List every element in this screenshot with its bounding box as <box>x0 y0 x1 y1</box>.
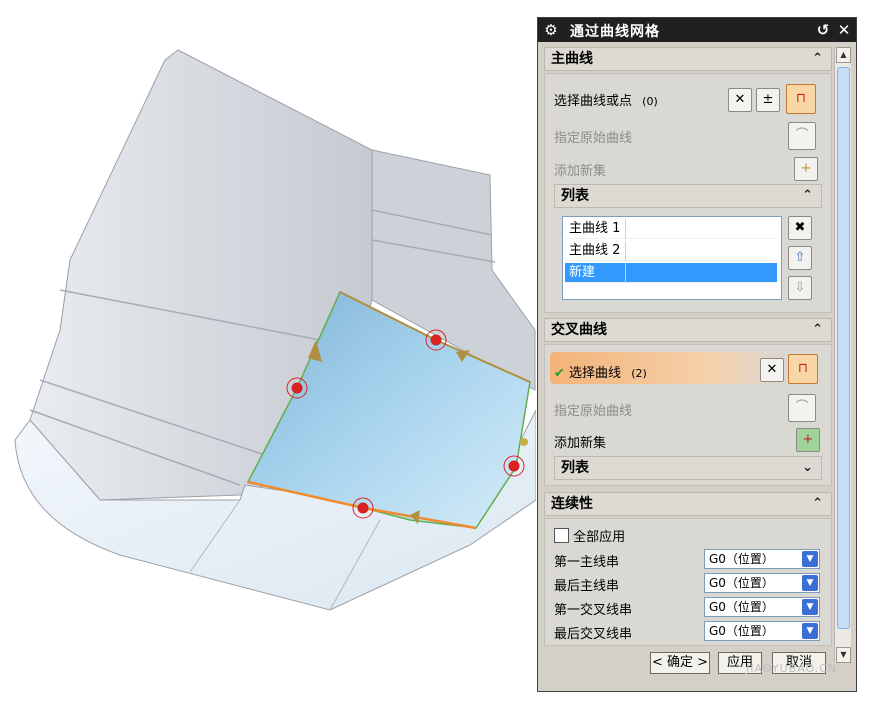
continuity-label: 第一交叉线串 <box>554 603 633 618</box>
continuity-label: 最后交叉线串 <box>554 627 633 642</box>
section-continuity-title: 连续性 <box>551 496 593 512</box>
scroll-down-icon[interactable]: ▼ <box>836 647 851 663</box>
section-continuity-header[interactable]: 连续性 ⌃ <box>544 492 832 516</box>
point-dialog-icon[interactable]: ± <box>756 88 780 112</box>
curve-rule-icon[interactable]: ✕ <box>760 358 784 382</box>
section-primary-header[interactable]: 主曲线 ⌃ <box>544 47 832 71</box>
cross-select-count: (2) <box>631 367 647 380</box>
origin-curve-icon[interactable]: ⌒ <box>788 394 816 422</box>
primary-select-row[interactable]: 选择曲线或点 (0) <box>554 90 658 109</box>
select-curve-icon[interactable]: ⊓ <box>786 84 816 114</box>
cross-add-set-label: 添加新集 <box>554 436 607 451</box>
continuity-select[interactable]: G0（位置） ▼ <box>704 549 820 569</box>
list-item[interactable]: 新建 <box>565 263 777 283</box>
dropdown-arrow-icon[interactable]: ▼ <box>802 623 818 639</box>
primary-select-label: 选择曲线或点 <box>554 94 633 109</box>
close-icon[interactable]: ✕ <box>835 21 853 39</box>
primary-origin-label: 指定原始曲线 <box>554 131 633 146</box>
add-set-icon[interactable]: + <box>796 428 820 452</box>
cross-select-label: 选择曲线 <box>569 366 622 381</box>
dropdown-arrow-icon[interactable]: ▼ <box>802 575 818 591</box>
collapse-icon[interactable]: ⌃ <box>812 493 823 515</box>
continuity-select[interactable]: G0（位置） ▼ <box>704 573 820 593</box>
add-set-icon[interactable]: + <box>794 157 818 181</box>
dialog-title: 通过曲线网格 <box>570 24 660 40</box>
continuity-label: 第一主线串 <box>554 555 620 570</box>
reset-icon[interactable]: ↺ <box>814 21 832 39</box>
scroll-up-icon[interactable]: ▲ <box>836 47 851 63</box>
continuity-select[interactable]: G0（位置） ▼ <box>704 597 820 617</box>
move-up-icon[interactable]: ⇧ <box>788 246 812 270</box>
primary-select-count: (0) <box>642 95 658 108</box>
select-curve-icon[interactable]: ⊓ <box>788 354 818 384</box>
list-title: 列表 <box>561 188 589 204</box>
dialog-titlebar[interactable]: ⚙ 通过曲线网格 ↺ ✕ <box>538 18 856 42</box>
dialog-scrollbar[interactable]: ▲ ▼ <box>834 47 851 663</box>
apply-all-checkbox[interactable] <box>554 528 569 543</box>
apply-all-row[interactable]: 全部应用 <box>554 526 625 545</box>
primary-curve-list[interactable]: 主曲线 1 主曲线 2 新建 <box>562 216 782 300</box>
section-primary-title: 主曲线 <box>551 51 593 67</box>
watermark: JIAOYUBAO.CN <box>746 662 838 675</box>
collapse-icon[interactable]: ⌃ <box>812 48 823 70</box>
primary-add-set-label: 添加新集 <box>554 164 607 179</box>
apply-all-label: 全部应用 <box>573 530 626 545</box>
list-item[interactable]: 主曲线 1 <box>565 219 777 239</box>
expand-icon[interactable]: ⌄ <box>802 457 813 479</box>
cross-select-row[interactable]: ✔ 选择曲线 (2) <box>554 362 647 381</box>
cross-origin-label: 指定原始曲线 <box>554 404 633 419</box>
curve-rule-icon[interactable]: ✕ <box>728 88 752 112</box>
list-header[interactable]: 列表 ⌃ <box>554 184 822 208</box>
list-item[interactable]: 主曲线 2 <box>565 241 777 261</box>
continuity-label: 最后主线串 <box>554 579 620 594</box>
3d-viewport[interactable] <box>0 0 536 710</box>
cross-list-header[interactable]: 列表 ⌄ <box>554 456 822 480</box>
collapse-icon[interactable]: ⌃ <box>802 185 813 207</box>
origin-curve-icon[interactable]: ⌒ <box>788 122 816 150</box>
continuity-select[interactable]: G0（位置） ▼ <box>704 621 820 641</box>
remove-icon[interactable]: ✖ <box>788 216 812 240</box>
dropdown-arrow-icon[interactable]: ▼ <box>802 599 818 615</box>
section-cross-header[interactable]: 交叉曲线 ⌃ <box>544 318 832 342</box>
ok-button[interactable]: < 确定 > <box>650 652 710 674</box>
dropdown-arrow-icon[interactable]: ▼ <box>802 551 818 567</box>
check-icon: ✔ <box>554 366 565 381</box>
gear-icon[interactable]: ⚙ <box>542 21 560 39</box>
model-geometry <box>14 49 536 611</box>
move-down-icon[interactable]: ⇩ <box>788 276 812 300</box>
collapse-icon[interactable]: ⌃ <box>812 319 823 341</box>
scroll-thumb[interactable] <box>837 67 850 629</box>
cross-list-title: 列表 <box>561 460 589 476</box>
section-cross-title: 交叉曲线 <box>551 322 607 338</box>
